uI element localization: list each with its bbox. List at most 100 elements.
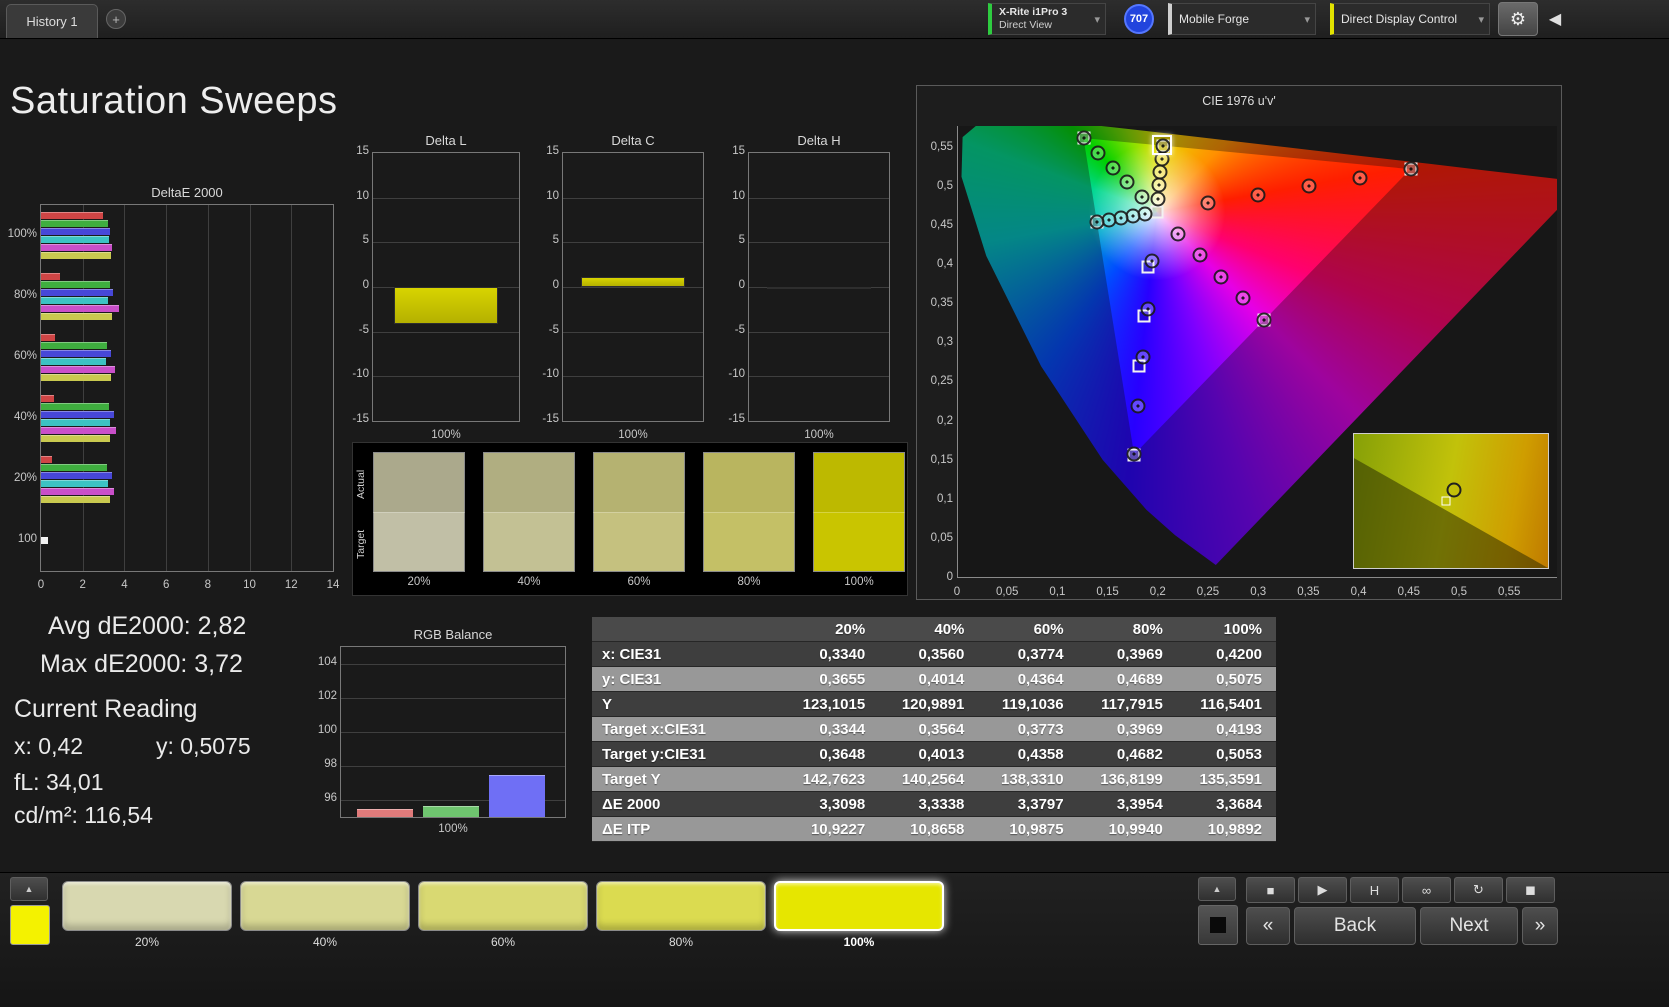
tab-label: History 1 <box>26 14 77 29</box>
y-tick-label: -10 <box>711 368 745 380</box>
y-tick-label: 5 <box>335 234 369 246</box>
gridline <box>208 205 209 571</box>
table-row: x: CIE310,33400,35600,37740,39690,4200 <box>592 642 1276 667</box>
cie-chart-panel: CIE 1976 u'v' 00,050,10,150,20,250,30,35… <box>916 85 1562 600</box>
gridline <box>563 287 703 288</box>
patch-button-20%[interactable] <box>62 881 232 931</box>
gridline <box>341 664 565 665</box>
continuous-button[interactable]: ∞ <box>1402 877 1451 903</box>
patch-list-expand-button[interactable]: ▲ <box>10 877 48 901</box>
patch-button-80%[interactable] <box>596 881 766 931</box>
table-cell: 123,1015 <box>780 696 879 713</box>
table-cell: 10,9875 <box>978 821 1077 838</box>
blank-pattern-button[interactable]: ◼ <box>1506 877 1555 903</box>
current-y-reading: y: 0,5075 <box>156 733 251 760</box>
histogram-button[interactable]: H <box>1350 877 1399 903</box>
cie-target-point <box>1150 206 1163 219</box>
deltae-bar <box>41 350 111 357</box>
max-de2000-reading: Max dE2000: 3,72 <box>40 650 243 679</box>
table-row-label: Target y:CIE31 <box>592 746 780 763</box>
deltae-bar <box>41 244 112 251</box>
deltae-bar <box>41 488 114 495</box>
target-row-label: Target <box>355 515 369 573</box>
deltae-bar <box>41 427 116 434</box>
deltae-bar <box>41 419 110 426</box>
cie-measured-point <box>1153 165 1168 180</box>
patch-button-label: 100% <box>774 935 944 949</box>
play-button[interactable]: ▶ <box>1298 877 1347 903</box>
table-cell: 0,3774 <box>978 646 1077 663</box>
delta-bar <box>767 287 871 289</box>
table-cell: 0,4013 <box>879 746 978 763</box>
y-tick-label: 5 <box>711 234 745 246</box>
collapse-panel-button[interactable]: ◀ <box>1544 6 1566 32</box>
cie-measured-point <box>1076 131 1091 146</box>
next-button[interactable]: Next <box>1420 907 1518 945</box>
meter-info: X-Rite i1Pro 3 Direct View <box>992 6 1067 32</box>
meter-dropdown[interactable]: X-Rite i1Pro 3 Direct View ▾ <box>988 3 1106 35</box>
swatch-label: 100% <box>813 576 905 588</box>
x-tick-label: 0 <box>939 586 975 598</box>
patch-button-label: 40% <box>240 935 410 949</box>
table-row-label: Target x:CIE31 <box>592 721 780 738</box>
add-tab-button[interactable]: + <box>106 9 126 29</box>
swatch-actual <box>373 452 465 512</box>
y-tick-label: 100% <box>0 228 37 240</box>
cie-current-point <box>1152 135 1172 155</box>
current-x-reading: x: 0,42 <box>14 733 83 760</box>
meter-mode: Direct View <box>999 19 1067 32</box>
prev-page-button[interactable]: « <box>1246 907 1290 945</box>
next-page-button[interactable]: » <box>1522 907 1558 945</box>
x-tick-label: 0,4 <box>1341 586 1377 598</box>
rgb-bar-red <box>357 809 413 817</box>
table-cell: 10,9892 <box>1177 821 1276 838</box>
y-tick-label: 0,55 <box>919 141 953 153</box>
x-tick-label: 8 <box>193 579 223 591</box>
patch-button-100%[interactable] <box>774 881 944 931</box>
table-cell: 0,3969 <box>1078 721 1177 738</box>
y-tick-label: 0,15 <box>919 454 953 466</box>
display-control-dropdown[interactable]: Direct Display Control ▾ <box>1330 3 1490 35</box>
deltae-bar <box>41 342 107 349</box>
cie-measured-point <box>1257 312 1272 327</box>
table-cell: 0,3655 <box>780 671 879 688</box>
deltae-bar <box>41 464 107 471</box>
delta-c-chart: Delta C151050-5-10-15100% <box>562 152 704 422</box>
stop-button[interactable]: ■ <box>1246 877 1295 903</box>
patch-button-60%[interactable] <box>418 881 588 931</box>
gridline <box>373 332 519 333</box>
controls-expand-button[interactable]: ▲ <box>1198 877 1236 901</box>
table-cell: 0,4200 <box>1177 646 1276 663</box>
x-tick-label: 100% <box>373 429 519 441</box>
gridline <box>373 242 519 243</box>
deltae-bar <box>41 228 110 235</box>
x-tick-label: 100% <box>341 823 565 835</box>
patch-button-40%[interactable] <box>240 881 410 931</box>
y-tick-label: -15 <box>525 413 559 425</box>
tab-history-1[interactable]: History 1 <box>6 4 98 38</box>
x-tick-label: 0,5 <box>1441 586 1477 598</box>
y-tick-label: 0,4 <box>919 258 953 270</box>
chart-title: Delta L <box>373 133 519 148</box>
y-tick-label: 0,3 <box>919 336 953 348</box>
inset-gamut-edge <box>1354 434 1548 568</box>
deltae-bar <box>41 212 103 219</box>
back-button[interactable]: Back <box>1294 907 1416 945</box>
pattern-source-dropdown[interactable]: Mobile Forge ▾ <box>1168 3 1316 35</box>
deltae-bar <box>41 297 108 304</box>
deltae-bar <box>41 358 106 365</box>
table-cell: 120,9891 <box>879 696 978 713</box>
pattern-window-button[interactable] <box>1198 905 1238 945</box>
y-tick-label: 10 <box>335 190 369 202</box>
table-cell: 10,8658 <box>879 821 978 838</box>
deltae-bar <box>41 537 48 544</box>
chevron-down-icon: ▾ <box>1094 13 1100 26</box>
cie-measured-point <box>1214 269 1229 284</box>
y-tick-label: -5 <box>711 324 745 336</box>
table-column-header: 40% <box>879 621 978 638</box>
refresh-button[interactable]: ↻ <box>1454 877 1503 903</box>
table-cell: 3,3098 <box>780 796 879 813</box>
cie-measured-point <box>1135 350 1150 365</box>
settings-button[interactable]: ⚙ <box>1498 2 1538 36</box>
deltae-bar <box>41 374 111 381</box>
